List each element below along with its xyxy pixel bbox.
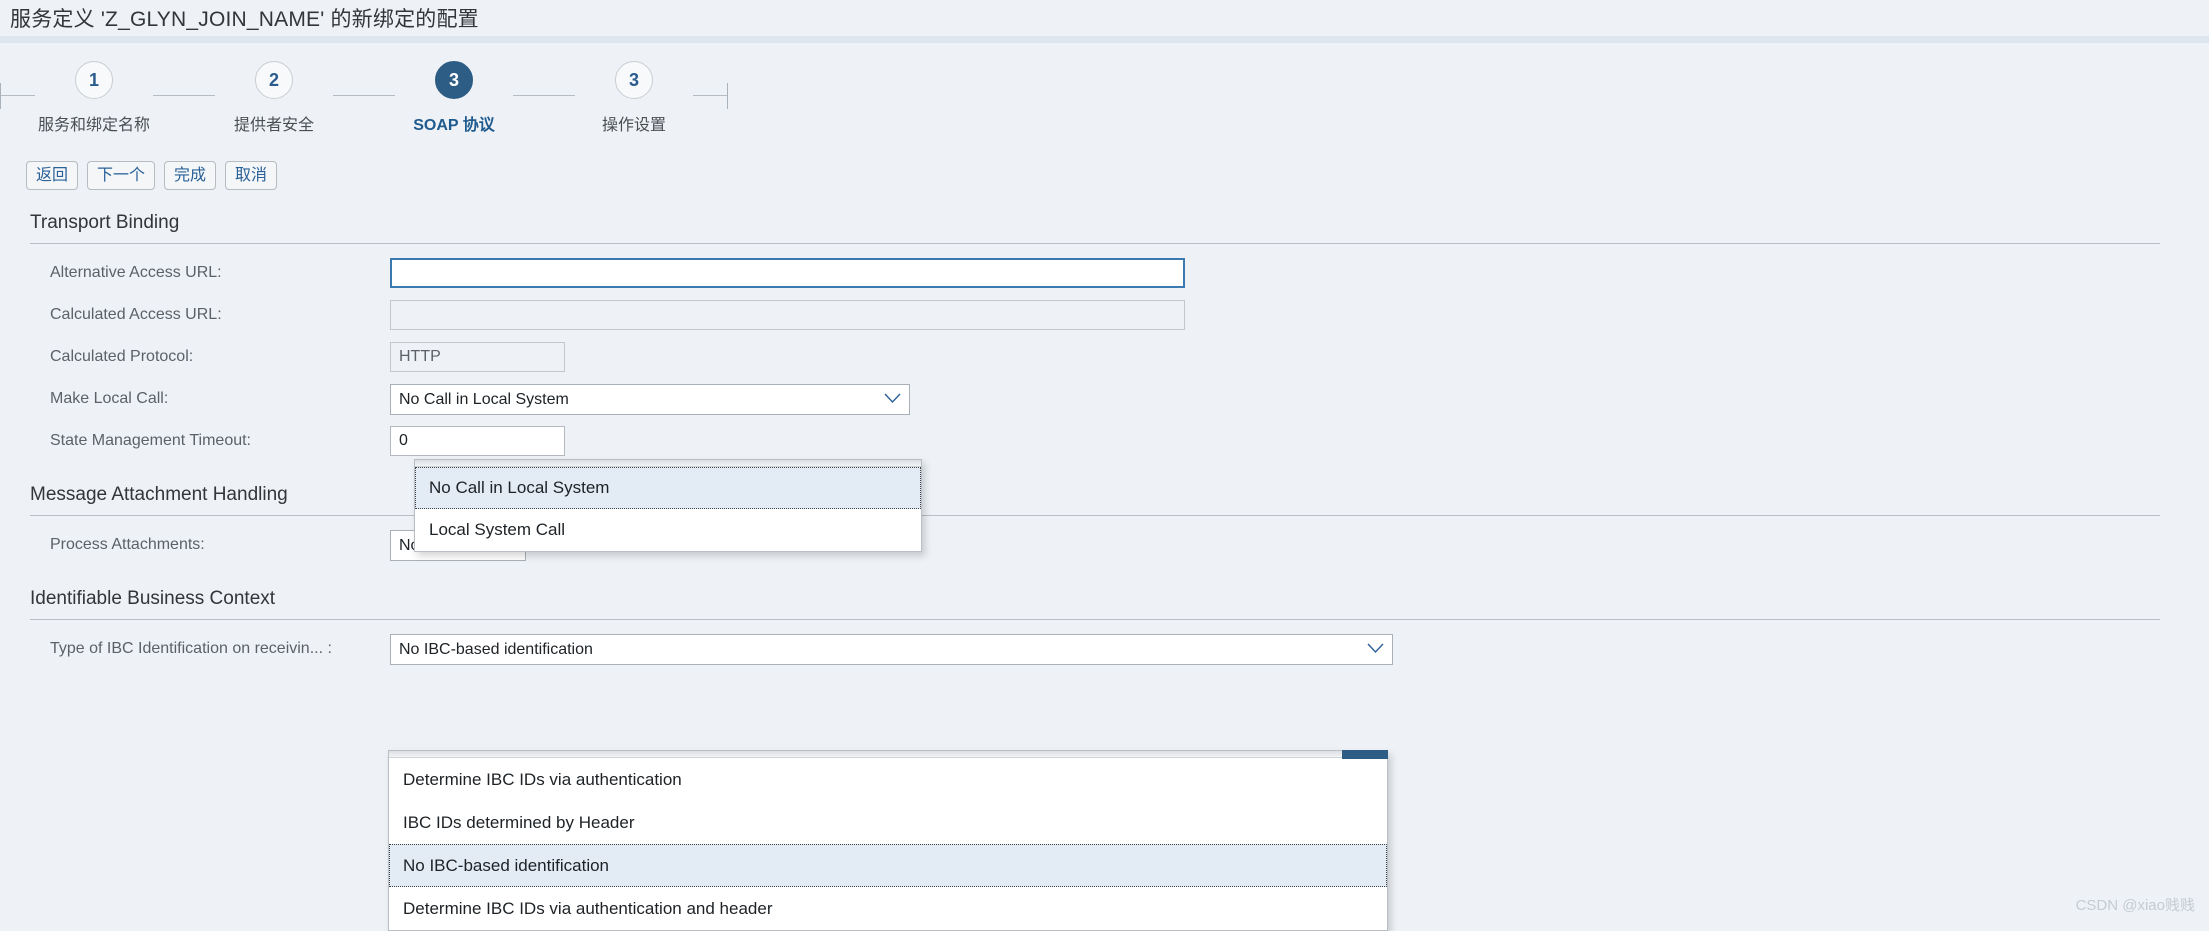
- stepper-end-cap: [727, 83, 728, 109]
- field-row-process-attachments: Process Attachments: No: [0, 524, 2209, 566]
- ibc-type-label: Type of IBC Identification on receivin..…: [50, 640, 332, 657]
- watermark: CSDN @xiao贱贱: [2075, 897, 2195, 914]
- field-row-calculated-protocol: Calculated Protocol:: [0, 336, 2209, 378]
- dropdown-option-ibc-ids-determined-by-header[interactable]: IBC IDs determined by Header: [389, 801, 1387, 844]
- alternative-access-url-input[interactable]: [390, 258, 1185, 288]
- wizard-toolbar: 返回 下一个 完成 取消: [0, 153, 2209, 190]
- wizard-step-2-number: 2: [255, 61, 293, 99]
- calculated-protocol-label: Calculated Protocol:: [50, 348, 194, 365]
- wizard-step-1-label: 服务和绑定名称: [37, 117, 150, 134]
- section-message-attachment-title: Message Attachment Handling: [30, 484, 288, 505]
- calculated-protocol-input: [390, 342, 565, 372]
- field-row-ibc-type: Type of IBC Identification on receivin..…: [0, 628, 2209, 670]
- calculated-access-url-label: Calculated Access URL:: [50, 306, 222, 323]
- section-transport-binding: Transport Binding Alternative Access URL…: [0, 212, 2209, 462]
- ibc-type-value: No IBC-based identification: [399, 640, 593, 658]
- stepper-connector: [693, 95, 727, 96]
- title-divider: [0, 36, 2209, 43]
- stepper-connector: [1, 95, 35, 96]
- process-attachments-label: Process Attachments:: [50, 536, 205, 553]
- section-ibc-title: Identifiable Business Context: [30, 588, 276, 609]
- dropdown-option-no-ibc-based-identification[interactable]: No IBC-based identification: [389, 844, 1387, 887]
- section-identifiable-business-context: Identifiable Business Context Type of IB…: [0, 588, 2209, 670]
- finish-button[interactable]: 完成: [164, 161, 217, 190]
- make-local-call-label: Make Local Call:: [50, 390, 169, 407]
- make-local-call-dropdown-popup: No Call in Local System Local System Cal…: [414, 459, 922, 552]
- dropdown-top-band: [415, 460, 921, 467]
- field-row-make-local-call: Make Local Call: No Call in Local System: [0, 378, 2209, 420]
- cancel-button[interactable]: 取消: [225, 161, 278, 190]
- stepper-connector: [513, 95, 575, 96]
- field-row-state-management-timeout: State Management Timeout:: [0, 420, 2209, 462]
- wizard-step-2-label: 提供者安全: [233, 117, 314, 134]
- chevron-down-icon: [1367, 635, 1384, 664]
- dropdown-option-local-system-call[interactable]: Local System Call: [415, 509, 921, 551]
- stepper-connector: [153, 95, 215, 96]
- wizard-step-3-number: 3: [435, 61, 473, 99]
- wizard-step-4-label: 操作设置: [601, 117, 666, 134]
- section-transport-binding-title: Transport Binding: [30, 212, 180, 233]
- dropdown-scroll-handle[interactable]: [1342, 750, 1388, 759]
- window-title-bar: 服务定义 'Z_GLYN_JOIN_NAME' 的新绑定的配置: [0, 0, 2209, 36]
- dropdown-option-determine-ibc-ids-via-authentication[interactable]: Determine IBC IDs via authentication: [389, 758, 1387, 801]
- state-management-timeout-input[interactable]: [390, 426, 565, 456]
- state-management-timeout-label: State Management Timeout:: [50, 432, 251, 449]
- wizard-step-4-number: 3: [615, 61, 653, 99]
- field-row-alternative-access-url: Alternative Access URL:: [0, 252, 2209, 294]
- chevron-down-icon: [884, 385, 901, 414]
- wizard-step-1-number: 1: [75, 61, 113, 99]
- field-row-calculated-access-url: Calculated Access URL:: [0, 294, 2209, 336]
- section-message-attachment-handling: Message Attachment Handling Process Atta…: [0, 484, 2209, 566]
- make-local-call-value: No Call in Local System: [399, 390, 569, 408]
- wizard-stepper: 1 服务和绑定名称 2 提供者安全 3 SOAP 协议 3 操作设置: [0, 43, 2209, 153]
- ibc-type-dropdown-popup: Determine IBC IDs via authentication IBC…: [388, 750, 1388, 931]
- page-title: 服务定义 'Z_GLYN_JOIN_NAME' 的新绑定的配置: [10, 8, 479, 31]
- wizard-step-4[interactable]: 3 操作设置: [575, 61, 693, 135]
- stepper-connector: [333, 95, 395, 96]
- wizard-step-2[interactable]: 2 提供者安全: [215, 61, 333, 135]
- alternative-access-url-label: Alternative Access URL:: [50, 264, 222, 281]
- calculated-access-url-input: [390, 300, 1185, 330]
- make-local-call-select[interactable]: No Call in Local System: [390, 383, 910, 415]
- wizard-step-1[interactable]: 1 服务和绑定名称: [35, 61, 153, 135]
- dropdown-top-band: [389, 750, 1388, 759]
- dropdown-option-determine-ibc-ids-via-authentication-and-header[interactable]: Determine IBC IDs via authentication and…: [389, 887, 1387, 930]
- stepper-start-cap: [0, 83, 1, 109]
- ibc-type-select[interactable]: No IBC-based identification: [390, 633, 1393, 665]
- next-button[interactable]: 下一个: [87, 161, 156, 190]
- dropdown-option-no-call-in-local-system[interactable]: No Call in Local System: [415, 467, 921, 509]
- wizard-step-3[interactable]: 3 SOAP 协议: [395, 61, 513, 135]
- back-button[interactable]: 返回: [26, 161, 79, 190]
- wizard-step-3-label: SOAP 协议: [413, 117, 495, 134]
